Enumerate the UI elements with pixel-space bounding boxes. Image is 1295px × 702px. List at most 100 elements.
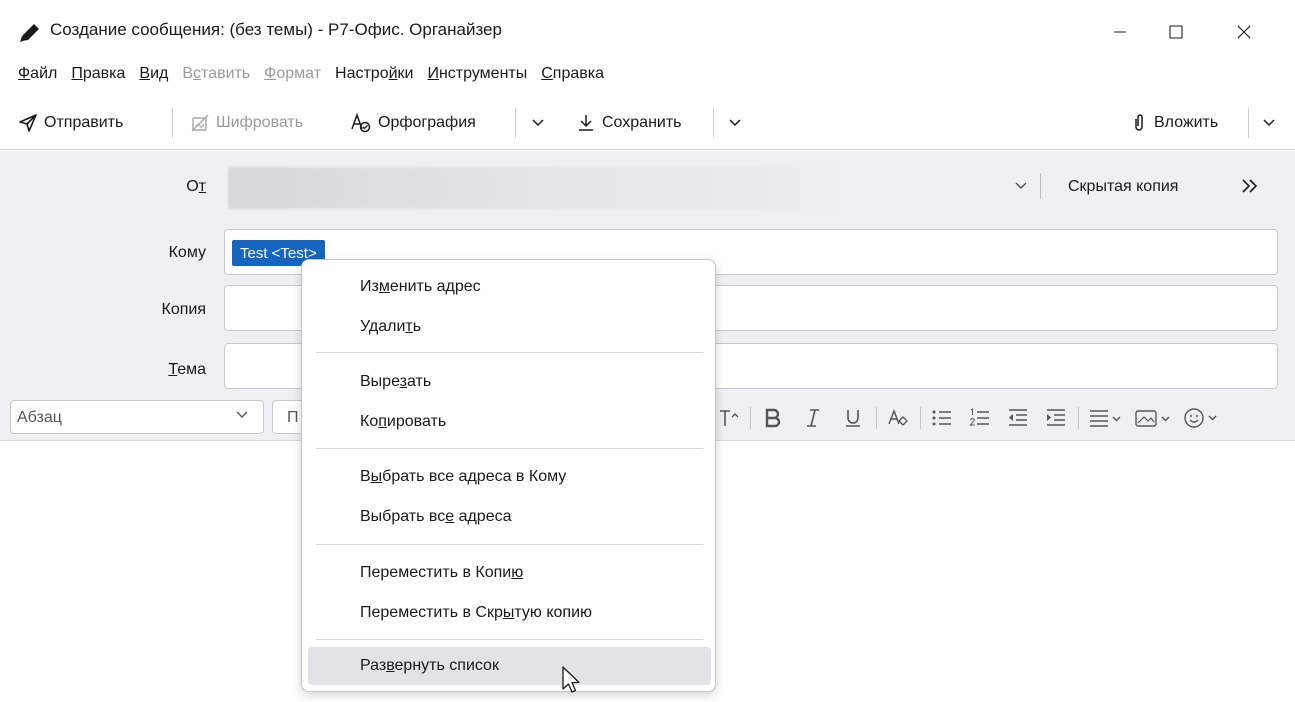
indent-button[interactable]: [1042, 405, 1070, 431]
encrypt-icon: [191, 114, 209, 132]
menu-insert[interactable]: Вставить: [182, 65, 250, 83]
clear-formatting-button[interactable]: [884, 405, 912, 431]
bullet-list-button[interactable]: [928, 405, 956, 431]
toolbar-separator: [713, 108, 714, 138]
chevron-down-icon: [236, 411, 248, 418]
bcc-button[interactable]: Скрытая копия: [1068, 178, 1178, 196]
format-separator: [1078, 407, 1079, 429]
align-icon: [1090, 410, 1121, 427]
subject-label: Тема: [168, 361, 206, 378]
numbered-list-button[interactable]: [966, 405, 994, 431]
menu-tools[interactable]: Инструменты: [427, 65, 527, 83]
double-chevron-right-icon[interactable]: [1240, 178, 1260, 194]
menu-view[interactable]: Вид: [139, 65, 168, 83]
toolbar-separator: [515, 108, 516, 138]
font-larger-icon: [720, 410, 739, 426]
format-separator: [750, 407, 751, 429]
paragraph-value: Абзац: [17, 409, 62, 426]
send-label: Отправить: [44, 114, 124, 131]
insert-image-button[interactable]: [1132, 405, 1176, 431]
main-toolbar: Отправить Шифровать Орфография Сохранить…: [0, 92, 1295, 150]
outdent-icon: [1009, 409, 1027, 426]
to-label: Кому: [168, 244, 206, 261]
menu-separator: [316, 352, 703, 353]
menu-help[interactable]: Справка: [541, 65, 604, 83]
menu-item-move-to-cc[interactable]: Переместить в Копию: [308, 554, 711, 592]
send-icon: [19, 114, 37, 132]
close-icon: [1237, 25, 1251, 39]
menu-edit[interactable]: Правка: [71, 65, 125, 83]
encrypt-button[interactable]: Шифровать: [190, 109, 303, 137]
paperclip-icon: [1135, 114, 1143, 131]
header-separator: [1040, 173, 1041, 199]
download-icon: [579, 115, 593, 131]
menu-separator: [316, 448, 703, 449]
save-label: Сохранить: [602, 114, 682, 131]
font-size-larger-button[interactable]: [716, 405, 744, 431]
close-button[interactable]: [1221, 14, 1267, 50]
insert-emoji-button[interactable]: [1180, 405, 1224, 431]
menu-separator: [316, 544, 703, 545]
format-separator: [920, 407, 921, 429]
bullet-list-icon: [932, 410, 951, 426]
menu-separator: [316, 639, 703, 640]
menu-item-expand-list[interactable]: Развернуть список: [308, 647, 711, 685]
menu-item-cut[interactable]: Вырезать: [308, 363, 711, 401]
maximize-button[interactable]: [1153, 14, 1199, 50]
italic-button[interactable]: [800, 405, 826, 431]
recipient-context-menu: Изменить адрес Удалить Вырезать Копирова…: [301, 259, 716, 692]
send-button[interactable]: Отправить: [18, 109, 123, 137]
underline-icon: [846, 410, 860, 427]
window-title: Создание сообщения: (без темы) - Р7-Офис…: [50, 20, 502, 39]
bold-button[interactable]: [760, 405, 786, 431]
encrypt-label: Шифровать: [216, 114, 304, 131]
chevron-down-icon: [1263, 119, 1275, 127]
minimize-icon: [1114, 31, 1126, 33]
attach-dropdown-button[interactable]: [1257, 111, 1281, 135]
attach-button[interactable]: Вложить: [1130, 109, 1218, 137]
spelling-icon: [351, 113, 371, 133]
paragraph-select[interactable]: Абзац: [10, 400, 264, 434]
italic-icon: [807, 409, 819, 427]
maximize-icon: [1169, 25, 1183, 39]
outdent-button[interactable]: [1004, 405, 1032, 431]
attach-label: Вложить: [1154, 114, 1219, 131]
underline-button[interactable]: [840, 405, 866, 431]
menu-format[interactable]: Формат: [264, 65, 321, 83]
from-select[interactable]: [228, 167, 840, 209]
clear-format-icon: [888, 409, 908, 426]
toolbar-separator: [172, 108, 173, 138]
numbered-list-icon: [969, 408, 989, 426]
align-button[interactable]: [1086, 405, 1126, 431]
smiley-icon: [1184, 408, 1217, 428]
menu-item-edit-address[interactable]: Изменить адрес: [308, 268, 711, 306]
indent-icon: [1047, 409, 1065, 426]
menu-file[interactable]: Файл: [18, 65, 57, 83]
minimize-button[interactable]: [1097, 14, 1143, 50]
save-button[interactable]: Сохранить: [576, 109, 682, 137]
image-icon: [1135, 410, 1170, 427]
bold-icon: [765, 408, 781, 428]
menu-bar: Файл Правка Вид Вставить Формат Настройк…: [0, 60, 1295, 88]
mouse-cursor-icon: [562, 666, 580, 693]
cc-label: Копия: [161, 301, 206, 318]
menu-item-delete[interactable]: Удалить: [308, 308, 711, 346]
menu-item-select-all-to[interactable]: Выбрать все адреса в Кому: [308, 458, 711, 496]
format-separator: [876, 407, 877, 429]
spelling-dropdown-button[interactable]: [526, 111, 550, 135]
chevron-down-icon: [532, 119, 544, 127]
menu-item-move-to-bcc[interactable]: Переместить в Скрытую копию: [308, 594, 711, 632]
menu-item-select-all[interactable]: Выбрать все адреса: [308, 498, 711, 536]
toolbar-separator: [1248, 108, 1249, 138]
pencil-icon: [20, 24, 39, 42]
from-label: От: [186, 178, 206, 195]
font-value: П: [287, 409, 299, 426]
spelling-button[interactable]: Орфография: [350, 109, 476, 137]
title-bar: Создание сообщения: (без темы) - Р7-Офис…: [0, 0, 1295, 60]
chevron-down-icon: [729, 119, 741, 127]
chevron-down-icon[interactable]: [1014, 181, 1028, 191]
menu-item-copy[interactable]: Копировать: [308, 403, 711, 441]
menu-settings[interactable]: Настройки: [335, 65, 413, 83]
spelling-label: Орфография: [378, 114, 476, 131]
save-dropdown-button[interactable]: [723, 111, 747, 135]
